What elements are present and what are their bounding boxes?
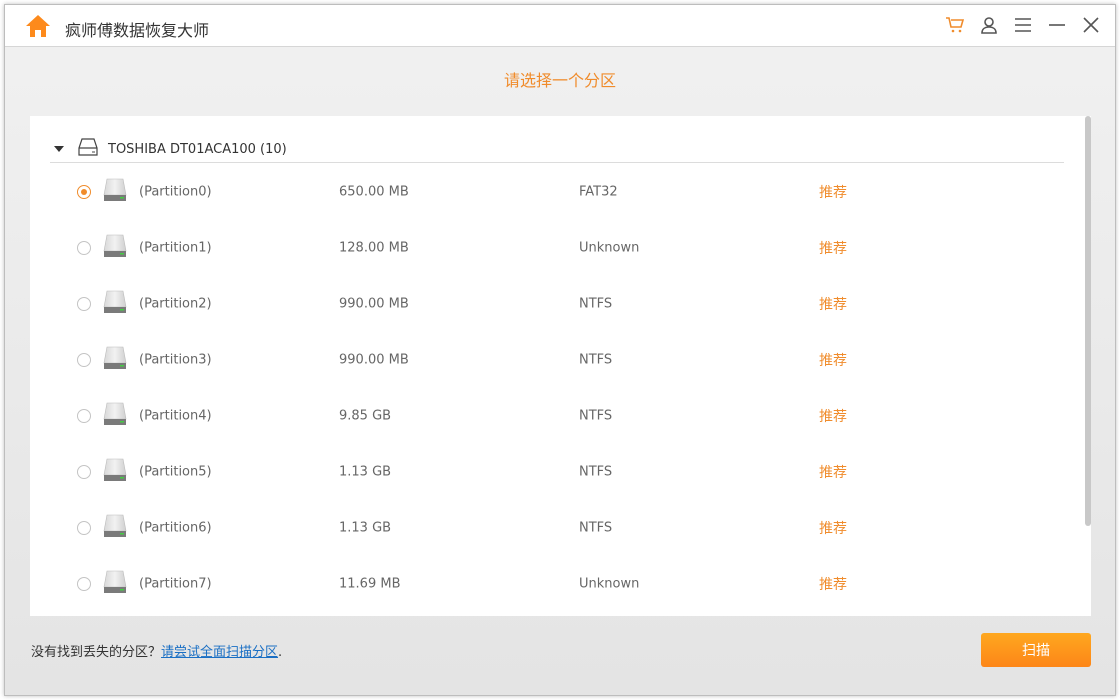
footer-text: 没有找到丢失的分区？	[31, 645, 162, 660]
partition-row[interactable]: (Partition5) 1.13 GB NTFS 推荐	[30, 444, 1070, 500]
partition-row[interactable]: (Partition2) 990.00 MB NTFS 推荐	[30, 276, 1070, 332]
partition-drive-icon	[102, 178, 128, 206]
partition-drive-icon	[102, 570, 128, 598]
recommended-tag: 推荐	[819, 297, 847, 313]
scan-button[interactable]: 扫描	[981, 633, 1091, 667]
partition-filesystem: NTFS	[579, 352, 613, 368]
partition-size: 990.00 MB	[339, 352, 409, 368]
partition-drive-icon	[102, 234, 128, 262]
recommended-tag: 推荐	[819, 241, 847, 257]
partition-size: 1.13 GB	[339, 464, 392, 480]
partition-drive-icon	[102, 346, 128, 374]
partition-radio[interactable]	[77, 577, 91, 591]
partition-filesystem: NTFS	[579, 408, 613, 424]
partition-row[interactable]: (Partition1) 128.00 MB Unknown 推荐	[30, 220, 1070, 276]
partition-filesystem: NTFS	[579, 296, 613, 312]
recommended-tag: 推荐	[819, 409, 847, 425]
user-icon[interactable]	[979, 15, 999, 35]
partition-size: 1.13 GB	[339, 520, 392, 536]
partition-filesystem: NTFS	[579, 520, 613, 536]
scrollbar-thumb[interactable]	[1085, 116, 1091, 526]
partition-name: (Partition0)	[139, 184, 212, 200]
partition-drive-icon	[102, 402, 128, 430]
partition-drive-icon	[102, 514, 128, 542]
partition-name: (Partition6)	[139, 520, 212, 536]
recommended-tag: 推荐	[819, 465, 847, 481]
partition-radio[interactable]	[77, 185, 91, 199]
partition-radio[interactable]	[77, 353, 91, 367]
app-title: 疯师傅数据恢复大师	[65, 21, 210, 40]
partition-radio[interactable]	[77, 241, 91, 255]
partition-row[interactable]: (Partition0) 650.00 MB FAT32 推荐	[30, 164, 1070, 220]
partition-size: 11.69 MB	[339, 576, 401, 592]
disk-name: TOSHIBA DT01ACA100 (10)	[108, 141, 287, 157]
full-scan-link[interactable]: 请尝试全面扫描分区	[161, 645, 278, 660]
recommended-tag: 推荐	[819, 521, 847, 537]
partition-row[interactable]: (Partition6) 1.13 GB NTFS 推荐	[30, 500, 1070, 556]
scrollbar[interactable]	[1085, 116, 1091, 616]
partition-row[interactable]: (Partition3) 990.00 MB NTFS 推荐	[30, 332, 1070, 388]
footer-suffix: .	[278, 645, 283, 660]
menu-icon[interactable]	[1013, 15, 1033, 35]
partition-drive-icon	[102, 458, 128, 486]
partition-row[interactable]: (Partition7) 11.69 MB Unknown 推荐	[30, 556, 1070, 612]
partition-size: 990.00 MB	[339, 296, 409, 312]
partition-drive-icon	[102, 290, 128, 318]
partition-radio[interactable]	[77, 297, 91, 311]
partition-radio[interactable]	[77, 521, 91, 535]
partition-name: (Partition3)	[139, 352, 212, 368]
partition-filesystem: NTFS	[579, 464, 613, 480]
partition-name: (Partition5)	[139, 464, 212, 480]
page-prompt: 请选择一个分区	[503, 71, 616, 90]
partition-filesystem: Unknown	[579, 240, 640, 256]
home-icon[interactable]	[25, 14, 51, 42]
collapse-triangle-icon[interactable]	[54, 146, 64, 152]
disk-icon	[78, 138, 98, 160]
disk-header[interactable]: TOSHIBA DT01ACA100 (10)	[50, 136, 1064, 163]
title-bar: 疯师傅数据恢复大师	[5, 5, 1115, 47]
partition-name: (Partition7)	[139, 576, 212, 592]
app-window: 疯师傅数据恢复大师 请选择一个分区 TOSHIBA DT01ACA100 (10…	[4, 4, 1116, 696]
partition-name: (Partition2)	[139, 296, 212, 312]
partition-size: 650.00 MB	[339, 184, 409, 200]
recommended-tag: 推荐	[819, 185, 847, 201]
partition-filesystem: Unknown	[579, 576, 640, 592]
cart-icon[interactable]	[945, 15, 965, 35]
partition-size: 128.00 MB	[339, 240, 409, 256]
partition-name: (Partition1)	[139, 240, 212, 256]
partition-list: TOSHIBA DT01ACA100 (10) (Partition0) 650…	[30, 116, 1091, 616]
partition-radio[interactable]	[77, 409, 91, 423]
recommended-tag: 推荐	[819, 353, 847, 369]
partition-radio[interactable]	[77, 465, 91, 479]
partition-size: 9.85 GB	[339, 408, 392, 424]
recommended-tag: 推荐	[819, 577, 847, 593]
footer-hint: 没有找到丢失的分区？请尝试全面扫描分区.	[31, 641, 282, 660]
close-icon[interactable]	[1081, 15, 1101, 35]
partition-filesystem: FAT32	[579, 184, 618, 200]
partition-row[interactable]: (Partition4) 9.85 GB NTFS 推荐	[30, 388, 1070, 444]
minimize-icon[interactable]	[1047, 15, 1067, 35]
partition-name: (Partition4)	[139, 408, 212, 424]
